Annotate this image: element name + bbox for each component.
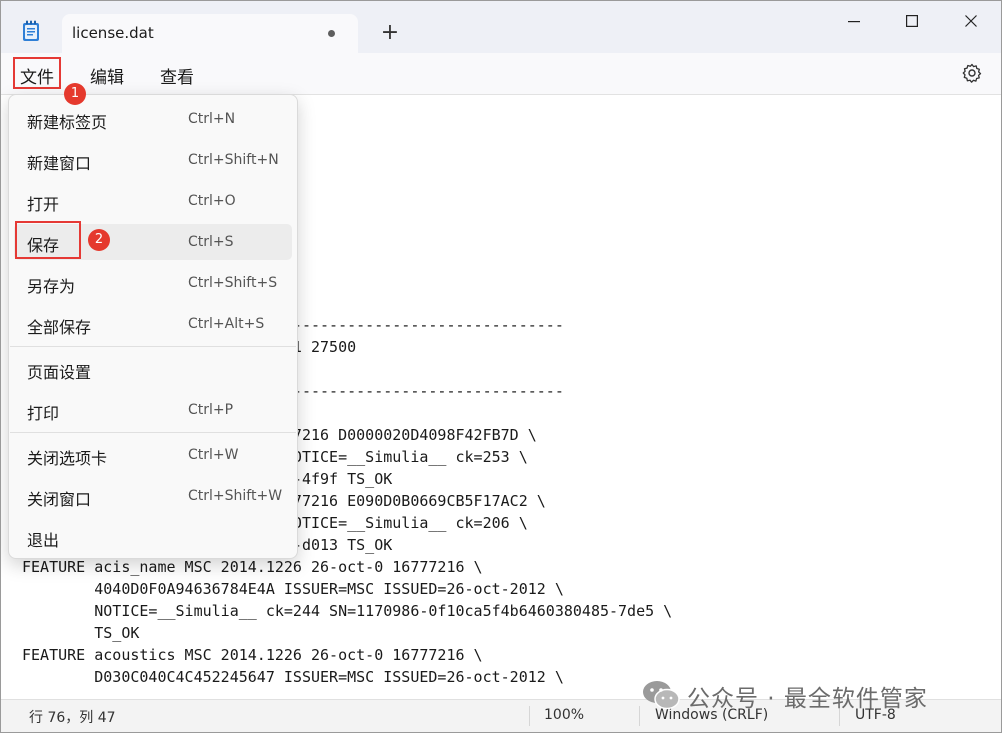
menu-item-print[interactable]: 打印 Ctrl+P bbox=[14, 392, 292, 428]
menu-edit[interactable]: 编辑 bbox=[90, 63, 124, 88]
status-divider bbox=[529, 706, 530, 726]
save-highlight-box bbox=[15, 221, 81, 259]
maximize-button[interactable] bbox=[889, 9, 935, 33]
minimize-icon bbox=[848, 21, 860, 23]
menu-item-label: 打开 bbox=[27, 195, 60, 214]
menu-item-new-tab[interactable]: 新建标签页 Ctrl+N bbox=[14, 101, 292, 137]
menu-view[interactable]: 查看 bbox=[160, 63, 194, 88]
tab-license-dat[interactable]: license.dat bbox=[62, 14, 358, 53]
unsaved-indicator-icon[interactable] bbox=[328, 30, 335, 37]
menu-item-label: 新建窗口 bbox=[27, 154, 92, 173]
maximize-icon bbox=[906, 15, 919, 28]
settings-gear-icon[interactable] bbox=[962, 63, 982, 83]
menu-item-shortcut: Ctrl+Alt+S bbox=[188, 316, 265, 332]
menu-item-new-window[interactable]: 新建窗口 Ctrl+Shift+N bbox=[14, 142, 292, 178]
menu-item-close-window[interactable]: 关闭窗口 Ctrl+Shift+W bbox=[14, 478, 292, 514]
title-bar: license.dat + bbox=[1, 1, 1001, 53]
menu-bar: 文件 编辑 查看 bbox=[1, 53, 1001, 95]
wechat-icon bbox=[643, 681, 680, 710]
menu-item-open[interactable]: 打开 Ctrl+O bbox=[14, 183, 292, 219]
text-line: TS_OK bbox=[22, 624, 140, 642]
menu-item-label: 关闭窗口 bbox=[27, 490, 92, 509]
text-line: FEATURE acis_name MSC 2014.1226 26-oct-0… bbox=[22, 558, 483, 576]
file-menu-dropdown: 新建标签页 Ctrl+N 新建窗口 Ctrl+Shift+N 打开 Ctrl+O… bbox=[8, 94, 298, 559]
menu-item-label: 全部保存 bbox=[27, 318, 92, 337]
watermark-text: 公众号 · 最全软件管家 bbox=[687, 686, 928, 712]
menu-file[interactable]: 文件 bbox=[20, 63, 54, 88]
menu-item-label: 页面设置 bbox=[27, 363, 92, 382]
menu-item-shortcut: Ctrl+Shift+N bbox=[188, 152, 279, 168]
status-divider bbox=[639, 706, 640, 726]
close-button[interactable] bbox=[948, 9, 994, 33]
menu-item-shortcut: Ctrl+O bbox=[188, 193, 236, 209]
menu-separator bbox=[10, 432, 296, 433]
zoom-level[interactable]: 100% bbox=[544, 707, 584, 723]
menu-item-shortcut: Ctrl+Shift+S bbox=[188, 275, 278, 291]
text-line: D030C040C4C452245647 ISSUER=MSC ISSUED=2… bbox=[22, 668, 564, 686]
menu-item-label: 打印 bbox=[27, 404, 60, 423]
notepad-app-icon bbox=[23, 20, 39, 41]
menu-item-save-all[interactable]: 全部保存 Ctrl+Alt+S bbox=[14, 306, 292, 342]
menu-item-page-setup[interactable]: 页面设置 bbox=[14, 351, 292, 387]
minimize-button[interactable] bbox=[831, 9, 877, 33]
text-line: NOTICE=__Simulia__ ck=244 SN=1170986-0f1… bbox=[22, 602, 673, 620]
tab-title: license.dat bbox=[72, 24, 154, 42]
close-icon bbox=[965, 15, 977, 27]
text-line: FEATURE acoustics MSC 2014.1226 26-oct-0… bbox=[22, 646, 483, 664]
menu-item-shortcut: Ctrl+W bbox=[188, 447, 239, 463]
menu-item-label: 退出 bbox=[27, 531, 60, 550]
menu-item-shortcut: Ctrl+S bbox=[188, 234, 234, 250]
new-tab-button[interactable]: + bbox=[377, 20, 403, 46]
step-badge-1: 1 bbox=[64, 83, 86, 105]
menu-item-shortcut: Ctrl+N bbox=[188, 111, 236, 127]
menu-item-label: 另存为 bbox=[27, 277, 76, 296]
menu-item-save-as[interactable]: 另存为 Ctrl+Shift+S bbox=[14, 265, 292, 301]
menu-item-label: 关闭选项卡 bbox=[27, 449, 108, 468]
text-line: 4040D0F0A94636784E4A ISSUER=MSC ISSUED=2… bbox=[22, 580, 564, 598]
menu-item-shortcut: Ctrl+P bbox=[188, 402, 234, 418]
notepad-window: license.dat + 文件 编辑 查看 ent bbox=[0, 0, 1002, 733]
menu-separator bbox=[10, 346, 296, 347]
menu-item-exit[interactable]: 退出 bbox=[14, 519, 292, 555]
menu-item-shortcut: Ctrl+Shift+W bbox=[188, 488, 283, 504]
step-badge-2: 2 bbox=[88, 229, 110, 251]
cursor-position: 行 76，列 47 bbox=[29, 710, 116, 726]
menu-item-label: 新建标签页 bbox=[27, 113, 108, 132]
menu-item-close-tab[interactable]: 关闭选项卡 Ctrl+W bbox=[14, 437, 292, 473]
